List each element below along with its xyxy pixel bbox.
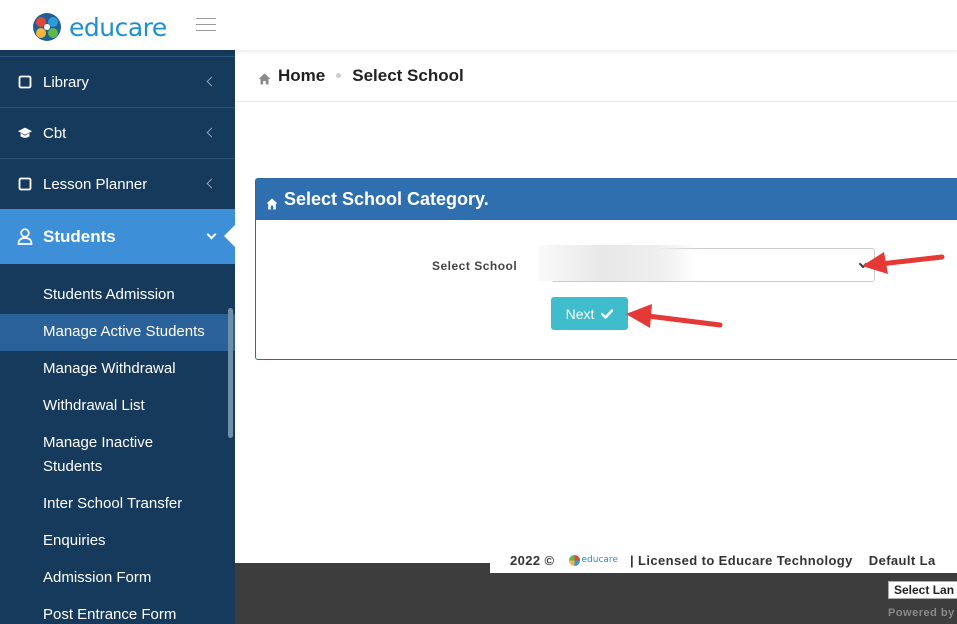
students-submenu: Students Admission Manage Active Student… — [0, 264, 235, 624]
user-icon — [17, 228, 33, 245]
sidebar-item-label: Library — [43, 73, 89, 91]
submenu-item-withdrawal-list[interactable]: Withdrawal List — [0, 388, 235, 425]
submenu-item-inter-school-transfer[interactable]: Inter School Transfer — [0, 486, 235, 523]
footer-logo: educare — [568, 554, 618, 566]
annotation-arrow-next — [626, 304, 723, 328]
panel-title: Select School Category. — [284, 189, 489, 209]
panel-header: Select School Category. — [256, 179, 957, 220]
top-bar: educare — [0, 0, 957, 50]
breadcrumb-current: Select School — [352, 65, 464, 85]
house-icon — [266, 194, 278, 209]
sidebar-item-lesson-planner[interactable]: Lesson Planner — [0, 158, 235, 209]
breadcrumb: Home Select School — [235, 50, 957, 102]
sidebar-item-students[interactable]: Students — [0, 209, 235, 264]
graduation-cap-icon — [17, 125, 33, 141]
select-school-label: Select School — [432, 259, 518, 273]
footer-year: 2022 © — [510, 552, 555, 568]
submenu-item-manage-active-students[interactable]: Manage Active Students — [0, 314, 235, 351]
book-icon — [17, 176, 33, 192]
brand-logo[interactable]: educare — [32, 12, 167, 42]
book-icon — [17, 74, 33, 90]
sidebar-scrollbar[interactable] — [228, 308, 233, 438]
annotation-arrow-select — [862, 252, 945, 274]
chevron-left-icon — [206, 178, 217, 189]
select-school-panel: Select School Category. Select School Ne… — [255, 178, 957, 360]
sidebar-item-label: Cbt — [43, 124, 67, 142]
footer-license: | Licensed to Educare Technology — [629, 552, 853, 568]
sidebar-item-cbt[interactable]: Cbt — [0, 107, 235, 158]
active-pointer — [224, 225, 235, 247]
sidebar: Library Cbt Lesson Planner Students Stud… — [0, 50, 235, 624]
brand-name: educare — [69, 12, 167, 42]
sidebar-item-label: Students — [43, 226, 116, 246]
next-button[interactable]: Next — [551, 297, 628, 330]
submenu-item-manage-withdrawal[interactable]: Manage Withdrawal — [0, 351, 235, 388]
sidebar-item-library[interactable]: Library — [0, 56, 235, 107]
select-school-dropdown[interactable] — [538, 245, 875, 282]
language-select[interactable]: Select Lan — [888, 581, 957, 599]
menu-toggle-icon[interactable] — [196, 18, 216, 32]
logo-mark-icon — [568, 554, 580, 566]
breadcrumb-home[interactable]: Home — [278, 66, 325, 86]
next-button-label: Next — [565, 305, 595, 322]
submenu-item-students-admission[interactable]: Students Admission — [0, 277, 235, 314]
submenu-item-manage-inactive-students[interactable]: Manage Inactive Students — [0, 425, 235, 486]
breadcrumb-separator — [336, 73, 342, 78]
powered-by: Powered by — [888, 607, 955, 619]
footer-default-language: Default La — [868, 552, 936, 568]
footer-credits: 2022 © educare | Licensed to Educare Tec… — [490, 547, 957, 573]
chevron-left-icon — [206, 127, 217, 138]
check-icon — [601, 308, 614, 319]
redacted-value — [538, 245, 698, 281]
logo-mark-icon — [32, 12, 62, 42]
sidebar-item-label: Lesson Planner — [43, 175, 148, 193]
chevron-down-icon — [206, 229, 217, 239]
chevron-left-icon — [206, 76, 217, 87]
submenu-item-admission-form[interactable]: Admission Form — [0, 560, 235, 597]
submenu-item-enquiries[interactable]: Enquiries — [0, 523, 235, 560]
submenu-item-post-entrance-form[interactable]: Post Entrance Form — [0, 597, 235, 624]
home-icon — [258, 70, 271, 84]
